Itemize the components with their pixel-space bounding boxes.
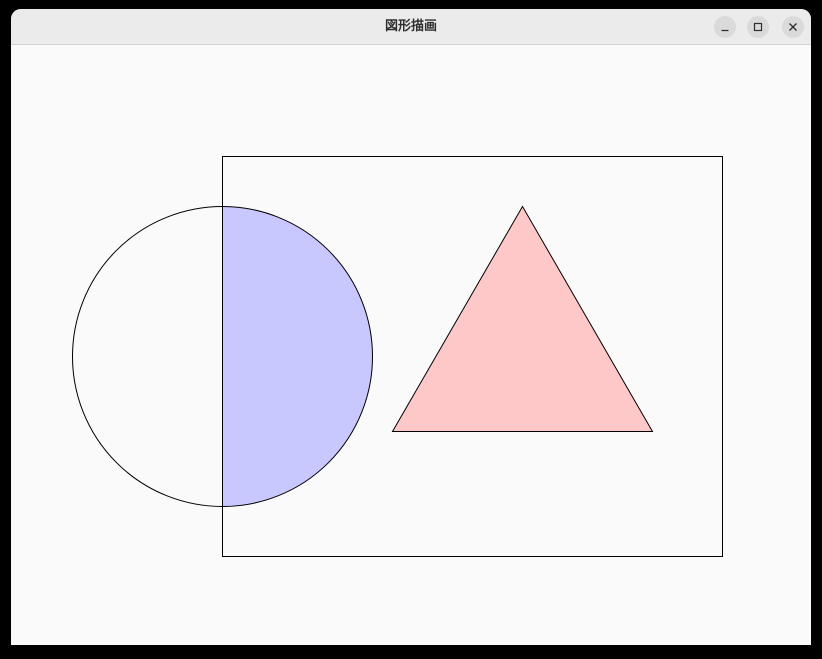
- app-window: 図形描画: [11, 9, 811, 645]
- circle-half-fill: [222, 206, 373, 507]
- minimize-button[interactable]: [714, 16, 736, 38]
- triangle-shape: [391, 205, 654, 432]
- close-button[interactable]: [782, 16, 804, 38]
- window-title: 図形描画: [384, 19, 437, 34]
- drawing-canvas[interactable]: [11, 45, 811, 645]
- maximize-icon: [753, 22, 763, 32]
- maximize-button[interactable]: [747, 16, 769, 38]
- title-bar[interactable]: 図形描画: [11, 9, 811, 45]
- minimize-icon: [721, 29, 729, 32]
- close-icon: [789, 23, 797, 31]
